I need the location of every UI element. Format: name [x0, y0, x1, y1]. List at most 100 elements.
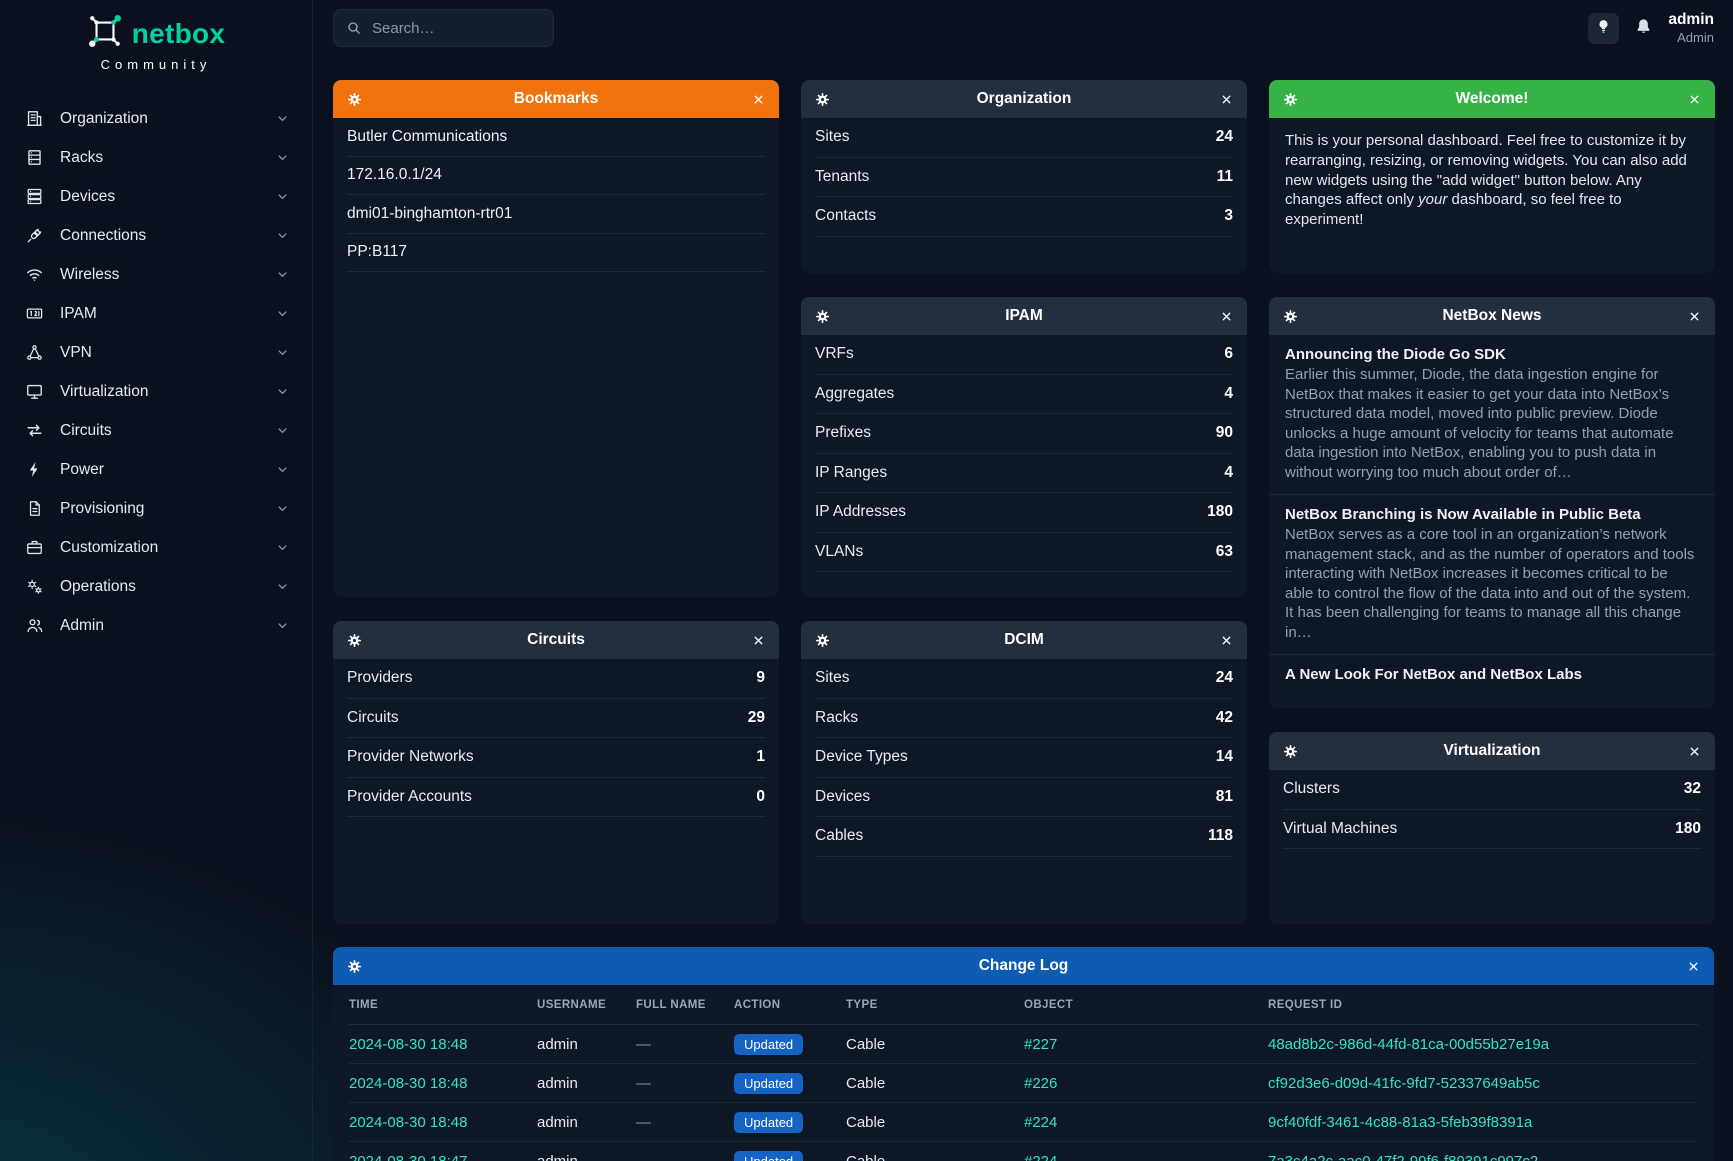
topbar: admin Admin — [313, 0, 1733, 56]
stat-row[interactable]: Cables 118 — [815, 817, 1233, 857]
stat-row[interactable]: IP Addresses 180 — [815, 493, 1233, 533]
gear-icon[interactable] — [1281, 307, 1299, 325]
object-link[interactable]: #224 — [1024, 1153, 1268, 1161]
welcome-widget: Welcome! This is your personal dashboard… — [1269, 80, 1715, 273]
stat-value: 118 — [1208, 827, 1233, 845]
bookmark-link[interactable]: dmi01-binghamton-rtr01 — [347, 195, 765, 234]
theme-toggle-button[interactable] — [1588, 13, 1619, 44]
stat-row[interactable]: VLANs 63 — [815, 533, 1233, 573]
object-link[interactable]: #227 — [1024, 1036, 1268, 1053]
gear-icon[interactable] — [813, 307, 831, 325]
stat-row[interactable]: Circuits 29 — [347, 699, 765, 739]
stat-row[interactable]: Provider Accounts 0 — [347, 778, 765, 818]
sidebar-item-admin[interactable]: Admin — [0, 606, 312, 645]
close-icon[interactable] — [1217, 631, 1235, 649]
gear-icon[interactable] — [345, 957, 363, 975]
request-id-link[interactable]: 9cf40fdf-3461-4c88-81a3-5feb39f8391a — [1268, 1114, 1698, 1131]
close-icon[interactable] — [1684, 957, 1702, 975]
stat-row[interactable]: Contacts 3 — [815, 197, 1233, 237]
stat-row[interactable]: IP Ranges 4 — [815, 454, 1233, 494]
stat-row[interactable]: Prefixes 90 — [815, 414, 1233, 454]
stat-row[interactable]: Aggregates 4 — [815, 375, 1233, 415]
time-link[interactable]: 2024-08-30 18:48 — [349, 1036, 537, 1053]
stat-row[interactable]: Clusters 32 — [1283, 770, 1701, 810]
dashboard-column-3: Welcome! This is your personal dashboard… — [1269, 80, 1715, 924]
gear-icon[interactable] — [1281, 742, 1299, 760]
sidebar-item-organization[interactable]: Organization — [0, 99, 312, 138]
news-headline[interactable]: A New Look For NetBox and NetBox Labs — [1285, 666, 1699, 683]
news-item[interactable]: A New Look For NetBox and NetBox Labs — [1269, 655, 1715, 697]
sidebar-item-customization[interactable]: Customization — [0, 528, 312, 567]
close-icon[interactable] — [1217, 90, 1235, 108]
stat-row[interactable]: Sites 24 — [815, 659, 1233, 699]
sidebar-item-racks[interactable]: Racks — [0, 138, 312, 177]
stat-row[interactable]: Provider Networks 1 — [347, 738, 765, 778]
sidebar-item-label: Virtualization — [60, 383, 275, 401]
plug-icon — [25, 226, 44, 245]
sidebar-item-circuits[interactable]: Circuits — [0, 411, 312, 450]
change-log-header-row: TIME USERNAME FULL NAME ACTION TYPE OBJE… — [349, 985, 1698, 1025]
virtualization-widget: Virtualization Clusters 32 Virtual Machi… — [1269, 732, 1715, 924]
sidebar-item-provisioning[interactable]: Provisioning — [0, 489, 312, 528]
sidebar-item-wireless[interactable]: Wireless — [0, 255, 312, 294]
sidebar-item-ipam[interactable]: IPAM — [0, 294, 312, 333]
request-id-link[interactable]: 48ad8b2c-986d-44fd-81ca-00d55b27e19a — [1268, 1036, 1698, 1053]
close-icon[interactable] — [1217, 307, 1235, 325]
time-link[interactable]: 2024-08-30 18:48 — [349, 1114, 537, 1131]
close-icon[interactable] — [749, 631, 767, 649]
news-item[interactable]: Announcing the Diode Go SDK Earlier this… — [1269, 335, 1715, 495]
close-icon[interactable] — [1685, 742, 1703, 760]
stat-row[interactable]: Device Types 14 — [815, 738, 1233, 778]
bookmark-link[interactable]: 172.16.0.1/24 — [347, 157, 765, 196]
stat-row[interactable]: Virtual Machines 180 — [1283, 810, 1701, 850]
stat-label: Sites — [815, 669, 849, 687]
global-search[interactable] — [333, 9, 554, 47]
close-icon[interactable] — [749, 90, 767, 108]
gear-icon[interactable] — [813, 90, 831, 108]
stat-value: 29 — [748, 709, 765, 727]
change-log-widget: Change Log TIME USERNAME FULL NAME ACTIO… — [333, 947, 1714, 1161]
gear-icon[interactable] — [345, 631, 363, 649]
stat-row[interactable]: Racks 42 — [815, 699, 1233, 739]
object-link[interactable]: #224 — [1024, 1114, 1268, 1131]
bookmark-link[interactable]: Butler Communications — [347, 118, 765, 157]
user-menu[interactable]: admin Admin — [1668, 11, 1714, 45]
sidebar-item-operations[interactable]: Operations — [0, 567, 312, 606]
gear-icon[interactable] — [813, 631, 831, 649]
notifications-button[interactable] — [1634, 17, 1653, 39]
sidebar-item-devices[interactable]: Devices — [0, 177, 312, 216]
action-cell: Updated — [734, 1112, 846, 1133]
stat-row[interactable]: Tenants 11 — [815, 158, 1233, 198]
news-headline[interactable]: NetBox Branching is Now Available in Pub… — [1285, 506, 1699, 523]
time-link[interactable]: 2024-08-30 18:48 — [349, 1075, 537, 1092]
gear-icon[interactable] — [1281, 90, 1299, 108]
stat-value: 0 — [756, 788, 765, 806]
sidebar-item-connections[interactable]: Connections — [0, 216, 312, 255]
object-link[interactable]: #226 — [1024, 1075, 1268, 1092]
stat-label: Devices — [815, 788, 870, 806]
request-id-link[interactable]: 7a3c4a2c-aac0-47f2-99f6-f89391c997c2 — [1268, 1153, 1698, 1161]
search-input[interactable] — [372, 20, 541, 37]
stat-row[interactable]: Sites 24 — [815, 118, 1233, 158]
close-icon[interactable] — [1685, 307, 1703, 325]
stat-row[interactable]: Providers 9 — [347, 659, 765, 699]
gear-icon[interactable] — [345, 90, 363, 108]
stat-value: 81 — [1216, 788, 1233, 806]
stat-value: 9 — [756, 669, 765, 687]
news-headline[interactable]: Announcing the Diode Go SDK — [1285, 346, 1699, 363]
bookmark-link[interactable]: PP:B117 — [347, 234, 765, 273]
chevron-down-icon — [275, 384, 290, 399]
request-id-link[interactable]: cf92d3e6-d09d-41fc-9fd7-52337649ab5c — [1268, 1075, 1698, 1092]
time-link[interactable]: 2024-08-30 18:47 — [349, 1153, 537, 1161]
chevron-down-icon — [275, 150, 290, 165]
sidebar-item-virtualization[interactable]: Virtualization — [0, 372, 312, 411]
stat-row[interactable]: Devices 81 — [815, 778, 1233, 818]
close-icon[interactable] — [1685, 90, 1703, 108]
news-item[interactable]: NetBox Branching is Now Available in Pub… — [1269, 495, 1715, 655]
stat-label: IP Ranges — [815, 464, 887, 482]
sidebar-item-vpn[interactable]: VPN — [0, 333, 312, 372]
brand[interactable]: netbox Community — [0, 13, 312, 72]
sidebar-item-power[interactable]: Power — [0, 450, 312, 489]
chevron-down-icon — [275, 462, 290, 477]
stat-row[interactable]: VRFs 6 — [815, 335, 1233, 375]
